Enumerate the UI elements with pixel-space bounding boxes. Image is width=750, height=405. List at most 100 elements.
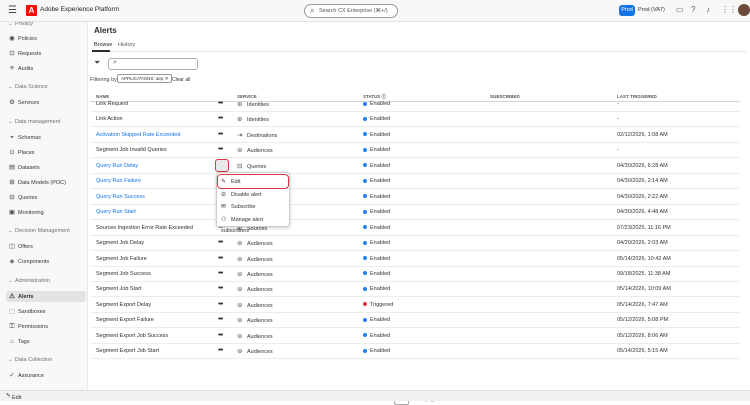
more-actions-button[interactable]: ••• <box>218 285 223 292</box>
alert-name[interactable]: Activation Skipped Rate Exceeded <box>96 132 180 138</box>
alert-name[interactable]: Query Run Success <box>96 194 145 200</box>
filter-chip[interactable]: APPLICATIONS: aep ✕ <box>117 74 173 83</box>
sidebar-item-offers[interactable]: ◫ Offers <box>6 241 86 252</box>
sidebar-item-sandboxes[interactable]: ⬚ Sandboxes <box>6 306 86 317</box>
sidebar-item-audits[interactable]: ≡ Audits <box>6 63 86 74</box>
service-label: Audiences <box>247 271 273 278</box>
table-search-input[interactable]: ⌕ <box>108 58 198 70</box>
bottom-bar: ✎ Edit <box>0 390 750 401</box>
sidebar-item-datasets[interactable]: ▤ Datasets <box>6 162 86 173</box>
table-row[interactable]: Link Request ••• ⊛ Identities Enabled - <box>90 97 740 112</box>
status-label: Enabled <box>370 209 391 216</box>
more-actions-button[interactable]: ••• <box>218 301 223 308</box>
more-actions-button[interactable]: ••• <box>218 131 223 138</box>
sidebar-section-header[interactable]: ⌄ Privacy <box>8 22 33 27</box>
status-label: Enabled <box>370 147 391 154</box>
table-row[interactable]: Segment Job Failure ••• ⊜ Audiences Enabled 0… <box>90 252 740 267</box>
table-row[interactable]: Segment Export Job Success ••• ⊜ Audiences E… <box>90 329 740 344</box>
help-icon[interactable]: ? <box>691 5 695 14</box>
sandbox-switcher[interactable]: Prod (VA7) <box>638 7 665 13</box>
service-label: Audiences <box>247 302 273 309</box>
tab-history[interactable]: History <box>118 42 135 48</box>
more-actions-button[interactable]: ••• <box>218 255 223 262</box>
sidebar-section-header[interactable]: ⌄ Decision Management <box>8 228 70 234</box>
avatar[interactable] <box>738 4 750 16</box>
sidebar-section-label: Administration <box>15 278 50 284</box>
service-cell: ⊜ Audiences <box>237 285 273 293</box>
table-row[interactable]: Link Action ••• ⊛ Identities Enabled - <box>90 112 740 128</box>
table-row[interactable]: Activation Skipped Rate Exceeded ••• ⇥ Dest… <box>90 128 740 143</box>
table-row[interactable]: Segment Job Start ••• ⊜ Audiences Enabled 05/… <box>90 282 740 298</box>
more-actions-button[interactable]: ••• <box>218 115 223 122</box>
sidebar-item-services[interactable]: ⚙ Services <box>6 97 86 108</box>
apps-grid-icon[interactable]: ⋮⋮ <box>721 5 737 14</box>
service-cell: ⊜ Audiences <box>237 255 273 263</box>
sidebar-item-policies[interactable]: ◉ Policies <box>6 33 86 44</box>
sidebar-item-monitoring[interactable]: ▣ Monitoring <box>6 207 86 218</box>
sidebar-item-requests[interactable]: ⊡ Requests <box>6 48 86 59</box>
sidebar-item-alerts[interactable]: ⚠ Alerts <box>6 291 86 302</box>
more-actions-button[interactable]: ••• <box>218 347 223 354</box>
env-badge[interactable]: Prod <box>619 5 635 16</box>
status-label: Enabled <box>370 224 391 231</box>
sidebar-item-icon: ◈ <box>9 258 15 265</box>
sidebar: ⌄ Privacy ◉ Policies ⊡ Requests ≡ Audits ⌄ Data S… <box>0 22 88 390</box>
table-row[interactable]: Segment Job Delay ••• ⊜ Audiences Enabled 04/… <box>90 236 740 252</box>
global-search-input[interactable]: ⌕ Search CX Enterprise (⌘+/) <box>304 4 398 18</box>
sidebar-section-header[interactable]: ⌄ Data Science <box>8 84 48 90</box>
alert-name[interactable]: Query Run Delay <box>96 163 138 169</box>
table-row[interactable]: Segment Export Delay ••• ⊜ Audiences Trigger… <box>90 298 740 313</box>
sidebar-section-header[interactable]: ⌄ Data management <box>8 119 60 125</box>
adobe-logo-icon[interactable]: A <box>26 5 37 16</box>
sidebar-item-assurance[interactable]: ✓ Assurance <box>6 370 86 381</box>
close-icon[interactable]: ✕ <box>165 76 169 81</box>
table-row[interactable]: Query Run Failure•••⊟QueriesEnabled04/30… <box>90 174 740 190</box>
sidebar-item-label: Data Models (POC) <box>18 180 66 186</box>
sidebar-item-schemas[interactable]: ⌖ Schemas <box>6 132 86 143</box>
alert-name[interactable]: Query Run Start <box>96 209 136 215</box>
search-icon: ⌕ <box>113 59 117 66</box>
sidebar-item-data-models-poc[interactable]: ⊞ Data Models (POC) <box>6 177 86 188</box>
more-actions-button[interactable]: ••• <box>218 146 223 153</box>
sidebar-item-icon: ⌖ <box>10 134 14 141</box>
menu-icon[interactable]: ☰ <box>8 5 17 16</box>
more-actions-button[interactable]: ••• <box>218 316 223 323</box>
filter-icon[interactable]: ⏷ <box>94 58 100 68</box>
table-row[interactable]: Segment Job Invalid Queries ••• ⊜ Audiences… <box>90 143 740 159</box>
service-cell: ⊛ Identities <box>237 100 269 108</box>
sidebar-item-components[interactable]: ◈ Components <box>6 256 86 267</box>
alert-name: Segment Job Failure <box>96 255 147 262</box>
bell-icon[interactable]: ♪ <box>706 5 710 14</box>
last-triggered: 04/30/2026, 2:14 AM <box>617 178 668 185</box>
sidebar-section-header[interactable]: ⌄ Administration <box>8 278 50 284</box>
menu-item-manage-alert-subscribers[interactable]: ⚇ Manage alert subscribers <box>221 215 287 234</box>
sidebar-section-header[interactable]: ⌄ Data Collection <box>8 357 52 363</box>
table-row[interactable]: Query Run Start•••⊟QueriesEnabled04/30/2… <box>90 205 740 221</box>
sidebar-item-places[interactable]: ⊙ Places <box>6 147 86 158</box>
table-row[interactable]: Segment Export Job Start ••• ⊜ Audiences Ena… <box>90 344 740 360</box>
more-actions-button[interactable]: ••• <box>218 239 223 246</box>
more-actions-button[interactable]: ••• <box>218 332 223 339</box>
status-label: Enabled <box>370 240 391 247</box>
more-actions-button[interactable]: ••• <box>218 100 223 107</box>
more-actions-button[interactable]: ••• <box>218 270 223 277</box>
menu-item-disable-alert[interactable]: ⊘ Disable alert <box>221 190 287 201</box>
sidebar-item-tags[interactable]: ⌂ Tags <box>6 336 86 347</box>
sidebar-item-icon: ≡ <box>10 65 14 72</box>
table-row[interactable]: Segment Job Success ••• ⊜ Audiences Enabled 0… <box>90 267 740 282</box>
feedback-icon[interactable]: ▭ <box>676 5 684 14</box>
filtering-by-label: Filtering by <box>90 77 117 83</box>
menu-item-subscribe[interactable]: ✉ Subscribe <box>221 202 287 213</box>
sidebar-item-permissions[interactable]: ⚿ Permissions <box>6 321 86 332</box>
table-row[interactable]: Query Run Delay•••⊟QueriesEnabled04/30/2… <box>90 159 740 174</box>
tab-browse[interactable]: Browse <box>94 42 112 48</box>
table-row[interactable]: Query Run Success•••⊟QueriesEnabled04/30… <box>90 190 740 205</box>
clear-all-button[interactable]: Clear all <box>172 77 190 83</box>
last-triggered: 05/12/2026, 8:06 AM <box>617 332 668 339</box>
sidebar-item-queries[interactable]: ⊟ Queries <box>6 192 86 203</box>
table-row[interactable]: Segment Export Failure ••• ⊜ Audiences Enabl… <box>90 313 740 329</box>
edit-button[interactable]: ✎ Edit <box>6 393 21 401</box>
table-row[interactable]: Sources Ingestion Error Rate Exceeded •••… <box>90 221 740 236</box>
more-actions-button-active[interactable] <box>215 159 229 172</box>
alert-name[interactable]: Query Run Failure <box>96 178 141 184</box>
